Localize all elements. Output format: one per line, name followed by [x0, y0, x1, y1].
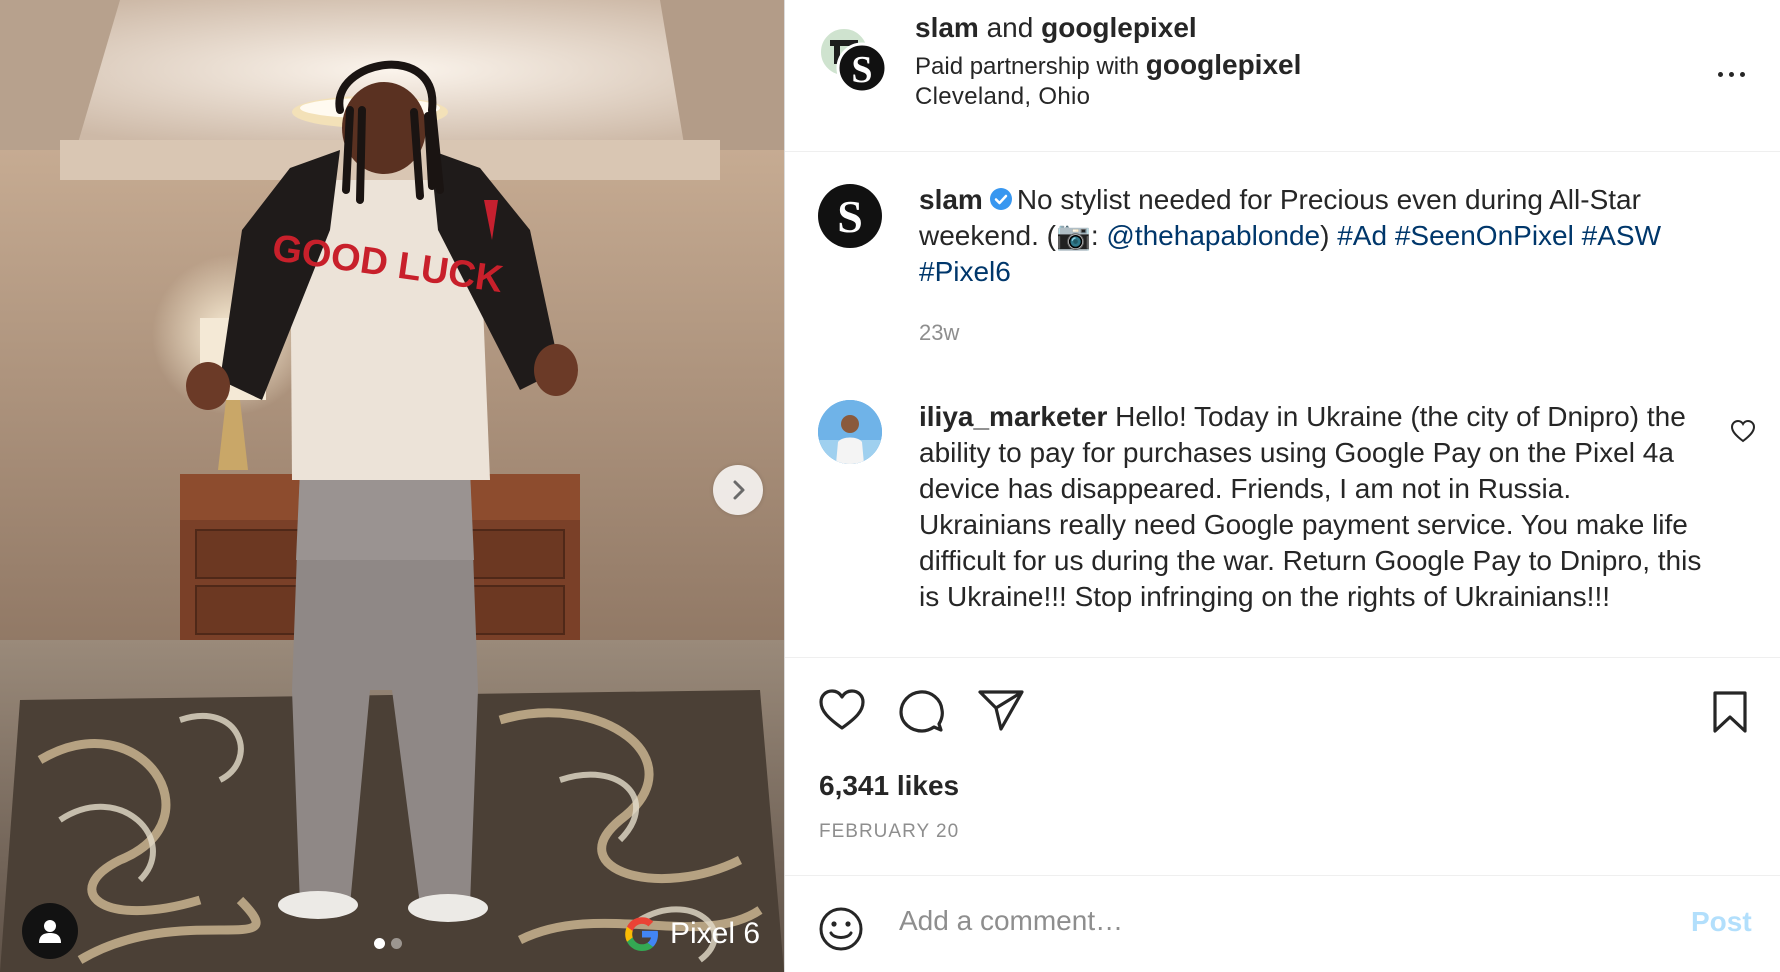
caption-timestamp[interactable]: 23w: [919, 320, 959, 346]
add-comment-bar: Post: [785, 875, 1780, 972]
and-text: and: [986, 12, 1034, 43]
collaborator-username[interactable]: googlepixel: [1041, 12, 1197, 43]
more-horizontal-icon: [1728, 71, 1734, 77]
avatar: S: [818, 184, 882, 248]
avatar: [818, 400, 882, 464]
more-horizontal-icon: [1717, 71, 1723, 77]
comment-like-button[interactable]: [1730, 419, 1756, 448]
like-count[interactable]: 6,341 likes: [819, 770, 959, 802]
share-icon: [978, 690, 1024, 731]
partner-name[interactable]: googlepixel: [1146, 49, 1302, 80]
carousel-indicator: [374, 938, 402, 949]
hashtag-link[interactable]: #SeenOnPixel: [1395, 220, 1574, 251]
svg-text:S: S: [851, 49, 872, 91]
emoji-button[interactable]: [818, 906, 864, 957]
post-date: FEBRUARY 20: [819, 821, 960, 842]
comment-input[interactable]: [899, 896, 1659, 946]
commenter-avatar[interactable]: [818, 400, 882, 464]
more-horizontal-icon: [1739, 71, 1745, 77]
save-button[interactable]: [1711, 690, 1749, 739]
caption-text: ): [1320, 220, 1338, 251]
caption-mention[interactable]: @thehapablonde: [1106, 220, 1320, 251]
collab-avatars[interactable]: S: [818, 24, 890, 96]
bookmark-icon: [1713, 691, 1747, 733]
author-username[interactable]: slam: [915, 12, 979, 43]
chevron-right-icon: [733, 480, 745, 500]
comment-item: iliya_marketer Hello! Today in Ukraine (…: [919, 399, 1709, 615]
post-comment-button[interactable]: Post: [1691, 906, 1752, 938]
comments-section[interactable]: S slam No stylist needed for Precious eve…: [785, 152, 1780, 657]
hashtag-link[interactable]: #Ad: [1337, 220, 1387, 251]
heart-icon: [819, 689, 865, 730]
partner-prefix: Paid partnership with: [915, 53, 1140, 80]
user-tag-icon: [39, 920, 61, 943]
comment-icon: [899, 690, 944, 733]
like-button[interactable]: [818, 688, 866, 737]
hashtag-link[interactable]: #ASW: [1582, 220, 1661, 251]
post-photo: GOOD LUCK: [0, 0, 784, 972]
user-tags-button[interactable]: [22, 903, 78, 959]
verified-badge-icon: [989, 188, 1012, 210]
post-actions: 6,341 likes FEBRUARY 20: [785, 657, 1780, 875]
hashtag-link[interactable]: #Pixel6: [919, 256, 1011, 287]
comment-button[interactable]: [898, 688, 944, 739]
post-authors: slam and googlepixel: [915, 8, 1197, 48]
post-media[interactable]: GOOD LUCK Pixel 6: [0, 0, 784, 972]
caption-username[interactable]: slam: [919, 184, 983, 215]
more-options-button[interactable]: [1707, 60, 1755, 88]
avatar: S: [819, 27, 888, 94]
google-g-icon: [625, 917, 658, 951]
share-button[interactable]: [977, 688, 1025, 737]
post-location[interactable]: Cleveland, Ohio: [915, 80, 1090, 114]
carousel-dot: [391, 938, 402, 949]
caption-avatar[interactable]: S: [818, 184, 882, 248]
brand-label: Pixel 6: [670, 917, 761, 950]
carousel-next-button[interactable]: [713, 465, 763, 515]
camera-emoji: 📷: [1055, 220, 1091, 251]
post-header: S slam and googlepixel Paid partnership …: [785, 0, 1780, 152]
carousel-dot-active: [374, 938, 385, 949]
emoji-icon: [819, 907, 863, 951]
post-caption: slam No stylist needed for Precious even …: [919, 182, 1719, 290]
comment-username[interactable]: iliya_marketer: [919, 401, 1107, 432]
heart-icon: [1730, 419, 1756, 443]
pixel-brand-overlay: Pixel 6: [622, 914, 760, 954]
svg-text:S: S: [837, 191, 863, 242]
caption-text: :: [1090, 220, 1107, 251]
comment-text: Hello! Today in Ukraine (the city of Dni…: [919, 401, 1702, 612]
post-details-panel: S slam and googlepixel Paid partnership …: [784, 0, 1780, 972]
